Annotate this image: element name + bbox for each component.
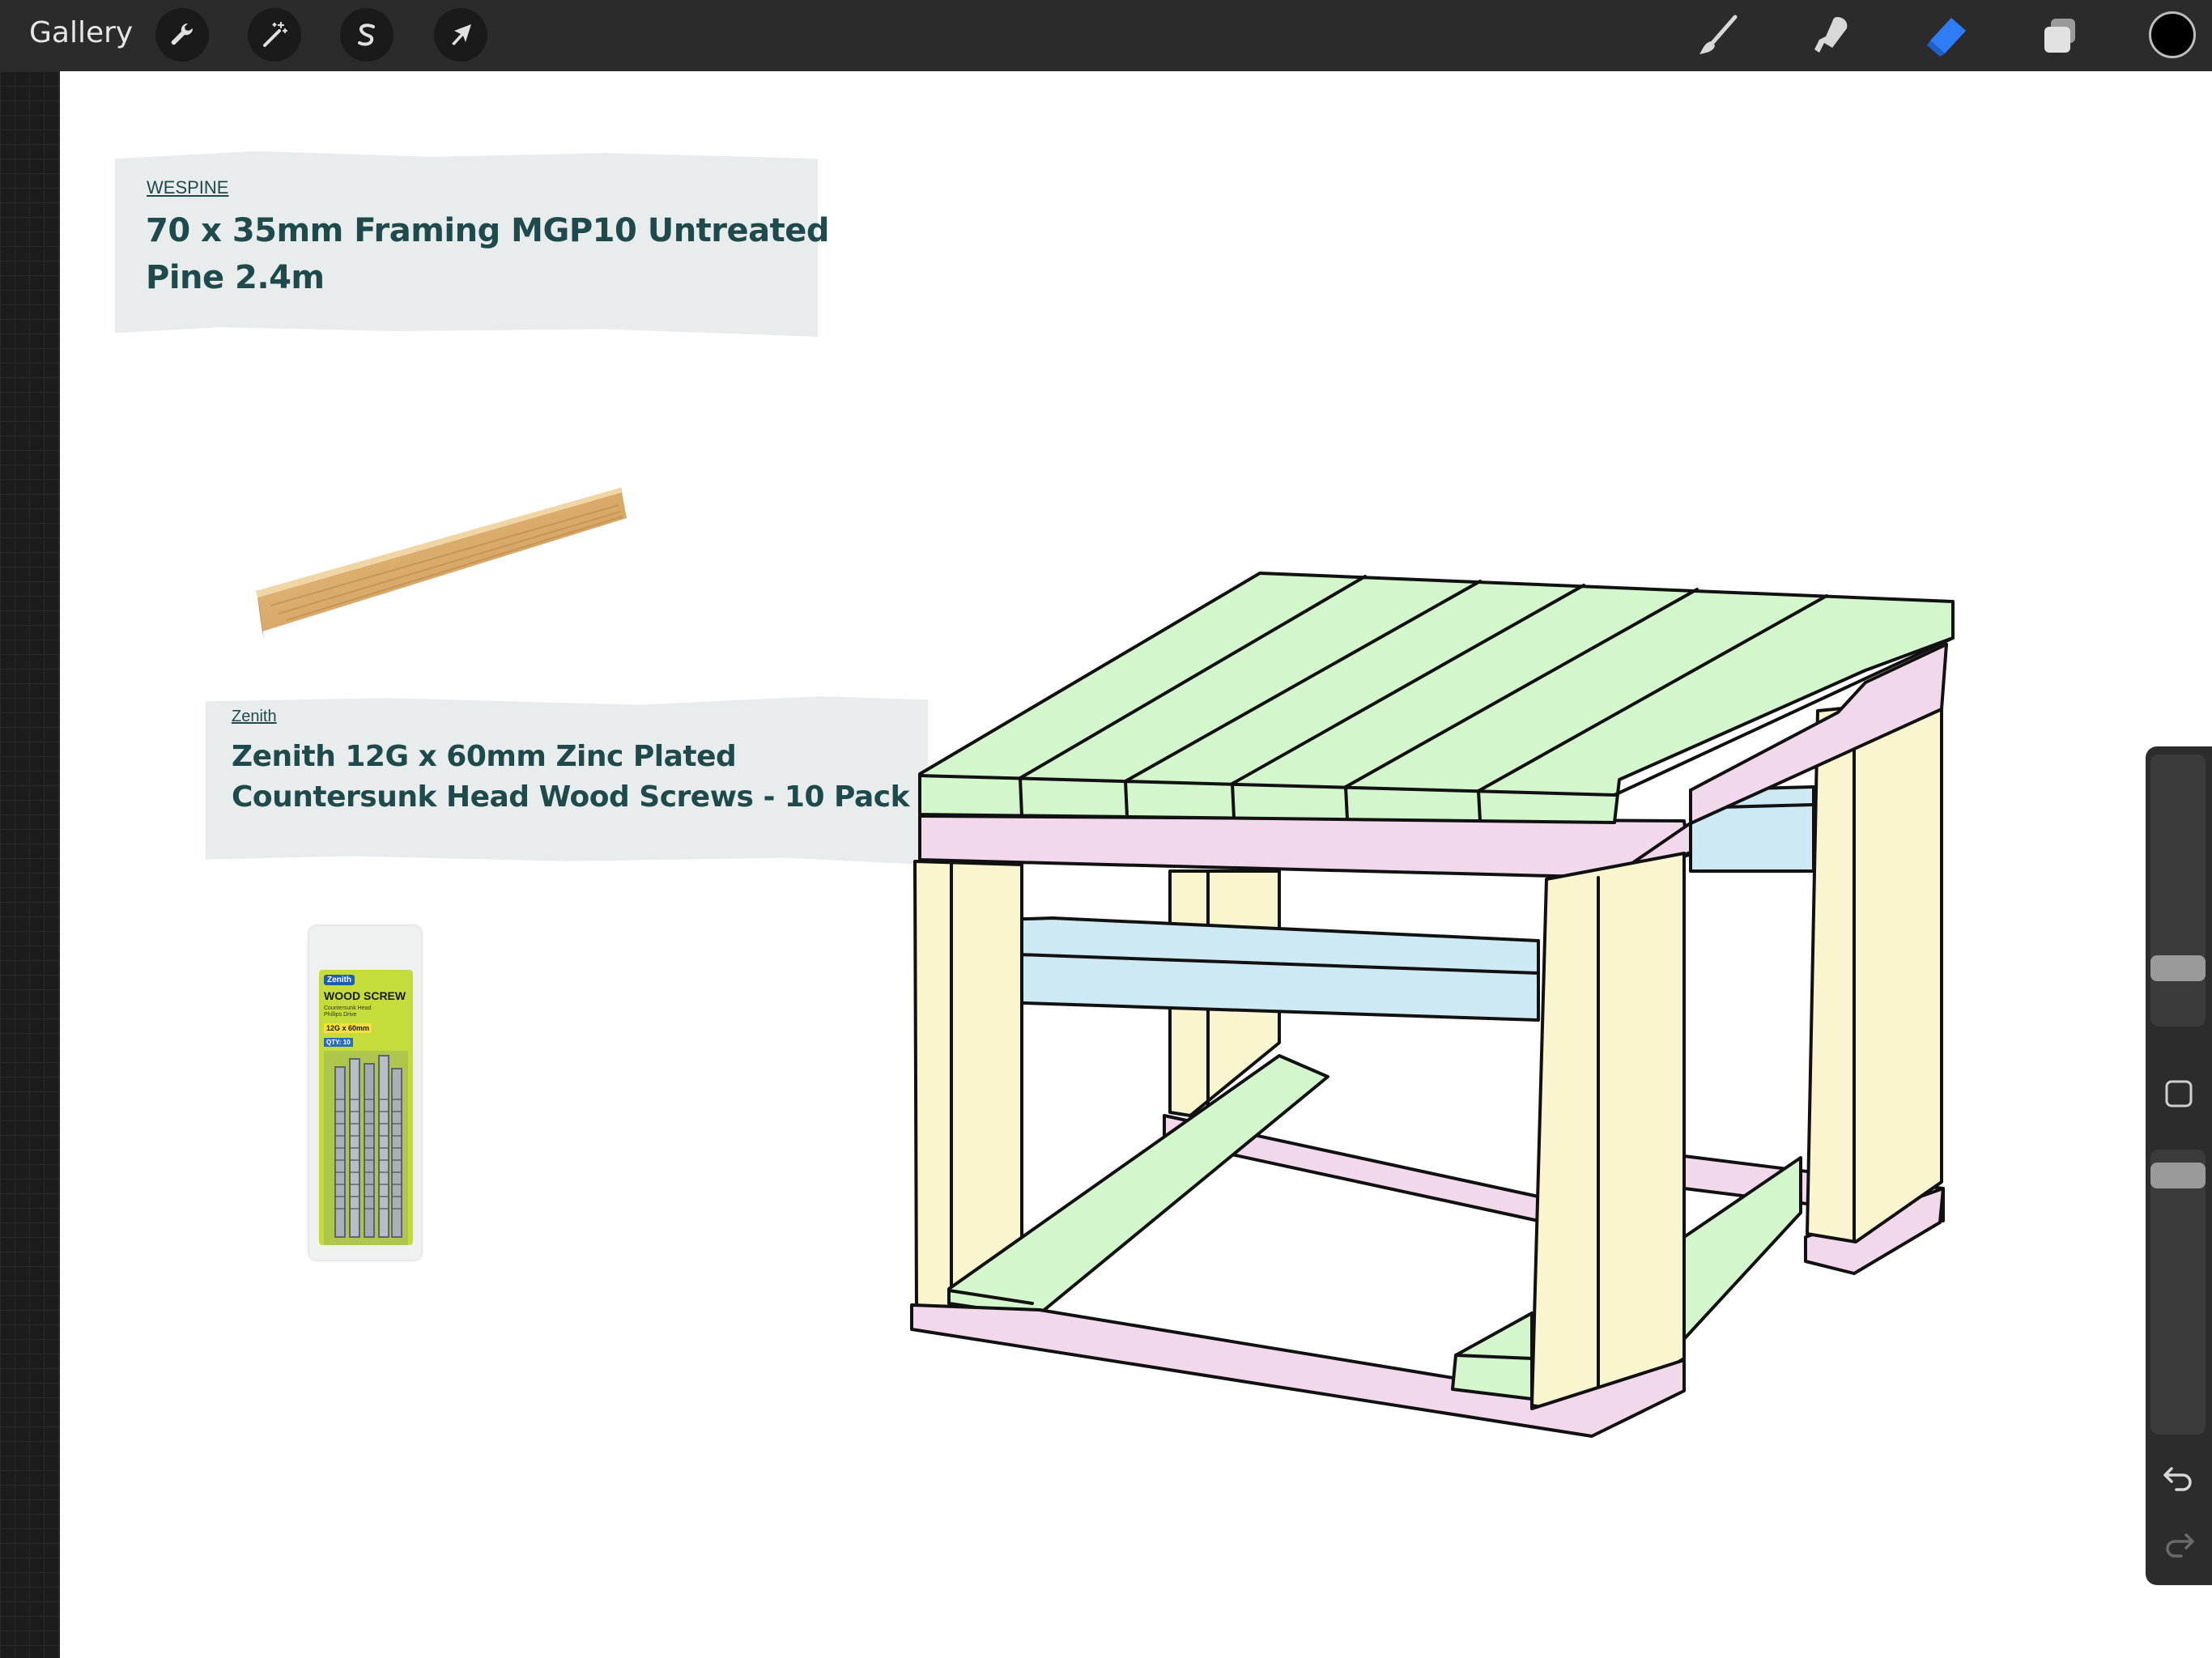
product-title-line1: 70 x 35mm Framing MGP10 Untreated xyxy=(146,212,830,249)
product-brand-zenith: Zenith xyxy=(232,708,277,725)
product-label-zenith xyxy=(206,696,928,865)
table-sketch xyxy=(910,572,1955,1438)
selection-s-icon xyxy=(358,23,375,46)
package-qty: QTY: 10 xyxy=(324,1038,353,1047)
product-title-line2: Pine 2.4m xyxy=(146,259,325,296)
brush-button[interactable] xyxy=(1692,10,1744,62)
screws-image xyxy=(324,1051,408,1245)
modify-button[interactable] xyxy=(2163,1078,2194,1109)
screw-package-image: Zenith WOOD SCREW Countersunk Head Phill… xyxy=(309,926,421,1260)
brush-size-slider[interactable] xyxy=(2150,755,2206,1027)
package-size: 12G x 60mm xyxy=(324,1023,372,1033)
brush-opacity-thumb[interactable] xyxy=(2150,1163,2206,1188)
canvas-background-grid xyxy=(0,71,60,1658)
front-top-rail xyxy=(918,814,1691,879)
transform-button[interactable] xyxy=(434,8,487,62)
redo-button[interactable] xyxy=(2160,1524,2197,1561)
timber-image xyxy=(256,487,627,638)
layers-icon xyxy=(2044,19,2075,53)
package-sub2: Phillips Drive xyxy=(324,1012,357,1018)
smudge-button[interactable] xyxy=(1806,10,1857,62)
package-title: WOOD SCREW xyxy=(324,989,406,1002)
cursor-arrow-icon xyxy=(452,24,471,45)
square-icon xyxy=(2165,1080,2193,1107)
actions-button[interactable] xyxy=(155,8,209,62)
brush-icon xyxy=(1699,15,1738,54)
package-brand: Zenith xyxy=(324,975,355,985)
product2-title-line2: Countersunk Head Wood Screws - 10 Pack xyxy=(232,780,910,814)
gallery-button[interactable]: Gallery xyxy=(29,16,133,49)
smudge-icon xyxy=(1814,17,1848,53)
brush-opacity-slider[interactable] xyxy=(2150,1150,2206,1435)
front-right-leg xyxy=(1530,852,1686,1417)
eraser-icon xyxy=(1927,18,1966,57)
wrench-icon xyxy=(171,23,194,45)
package-sub1: Countersunk Head xyxy=(324,1005,372,1011)
color-picker-button[interactable] xyxy=(2149,11,2196,58)
layers-button[interactable] xyxy=(2034,10,2086,62)
brush-size-thumb[interactable] xyxy=(2150,955,2206,981)
adjustments-button[interactable] xyxy=(248,8,301,62)
eraser-button[interactable] xyxy=(1921,10,1972,62)
selection-button[interactable] xyxy=(340,8,393,62)
undo-icon xyxy=(2163,1467,2192,1491)
top-toolbar: Gallery xyxy=(0,0,2212,71)
front-left-leg xyxy=(913,860,1023,1312)
drawing-canvas[interactable]: WESPINE 70 x 35mm Framing MGP10 Untreate… xyxy=(60,71,2212,1658)
product-brand-wespine: WESPINE xyxy=(147,177,229,198)
back-right-leg xyxy=(1806,697,1943,1244)
product2-title-line1: Zenith 12G x 60mm Zinc Plated xyxy=(232,740,737,773)
redo-icon xyxy=(2166,1533,2194,1558)
magic-wand-icon xyxy=(263,21,288,47)
undo-button[interactable] xyxy=(2160,1457,2197,1494)
